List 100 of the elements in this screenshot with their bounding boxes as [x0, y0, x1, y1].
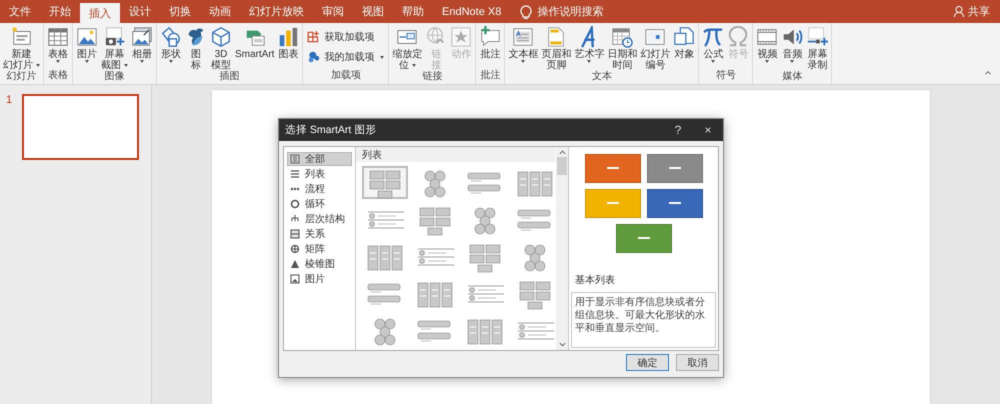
- ribbon-button[interactable]: 页眉和页脚: [540, 26, 572, 71]
- dialog-title: 选择 SmartArt 图形: [285, 123, 378, 137]
- ribbon-button[interactable]: SmartArt: [234, 26, 276, 60]
- ribbon-button[interactable]: 图标: [184, 26, 208, 71]
- ribbon-tab[interactable]: 开始: [40, 0, 80, 23]
- scroll-thumb[interactable]: [557, 157, 567, 175]
- category-item[interactable]: 图片: [287, 272, 352, 286]
- ribbon-tab[interactable]: 文件: [0, 0, 40, 23]
- ribbon-button[interactable]: 形状: [159, 26, 183, 63]
- table-icon: [47, 26, 69, 48]
- slide-thumbnail[interactable]: [22, 94, 139, 160]
- lightbulb-icon: [520, 4, 532, 18]
- ribbon-button[interactable]: 相册: [130, 26, 154, 63]
- ribbon-button[interactable]: 图表: [276, 26, 300, 60]
- ribbon-button[interactable]: 缩放定位: [391, 26, 424, 71]
- group-label: 表格: [48, 70, 68, 82]
- grid-plus-icon: [307, 30, 322, 44]
- ribbon-button[interactable]: 批注: [478, 26, 502, 60]
- category-item[interactable]: 全部: [287, 152, 352, 166]
- group-label: 文本: [592, 71, 612, 83]
- ribbon-tab[interactable]: 插入: [80, 3, 120, 23]
- bar-chart-icon: [277, 26, 300, 48]
- ribbon-button[interactable]: 视频: [755, 26, 780, 63]
- ribbon-button[interactable]: 屏幕录制: [805, 26, 830, 71]
- ribbon-button[interactable]: 我的加载项: [307, 50, 384, 64]
- category-icon: [290, 259, 300, 269]
- ribbon-tab[interactable]: 幻灯片放映: [240, 0, 313, 23]
- ribbon-button[interactable]: 表格: [46, 26, 70, 63]
- numbered-slide-icon: [644, 26, 666, 48]
- calendar-icon: [611, 26, 634, 48]
- help-button[interactable]: ?: [663, 123, 693, 137]
- category-item[interactable]: 关系: [287, 227, 352, 241]
- category-icon: [290, 169, 300, 179]
- category-icon: [290, 274, 300, 284]
- film-icon: [756, 26, 778, 48]
- pages-icon: [673, 26, 696, 48]
- tell-me-search[interactable]: 操作说明搜索: [520, 0, 604, 23]
- ribbon-button[interactable]: 屏幕截图: [100, 26, 129, 71]
- gallery-heading: 列表: [356, 147, 555, 162]
- category-item[interactable]: 流程: [287, 182, 352, 196]
- category-icon: [290, 244, 300, 254]
- ribbon-button[interactable]: 新建幻灯片: [2, 26, 41, 71]
- ribbon-button[interactable]: 3D模型: [209, 26, 233, 71]
- scroll-down-icon[interactable]: [558, 342, 566, 347]
- share-button[interactable]: 共享: [944, 0, 1000, 23]
- omega-icon: [727, 26, 750, 48]
- category-icon: [290, 229, 300, 239]
- preview-title: 基本列表: [574, 274, 616, 288]
- category-item[interactable]: 矩阵: [287, 242, 352, 256]
- category-item[interactable]: 循环: [287, 197, 352, 211]
- category-item[interactable]: 层次结构: [287, 212, 352, 226]
- ribbon-button[interactable]: 艺术字: [573, 26, 606, 63]
- ribbon-tab[interactable]: 视图: [353, 0, 393, 23]
- image-icon: [76, 26, 98, 48]
- ribbon-tab[interactable]: EndNote X8: [433, 0, 510, 23]
- group-label: 批注: [480, 70, 500, 82]
- group-label: 幻灯片: [6, 71, 36, 83]
- group-label: 媒体: [782, 71, 802, 83]
- ribbon-button[interactable]: 图片: [75, 26, 99, 63]
- new-slide-icon: [10, 26, 32, 48]
- ribbon-tab[interactable]: 切换: [160, 0, 200, 23]
- comment-icon: [479, 26, 502, 48]
- ribbon-tab[interactable]: 设计: [120, 0, 160, 23]
- ribbon-button[interactable]: 日期和时间: [606, 26, 638, 71]
- cancel-button[interactable]: 取消: [676, 354, 719, 371]
- group-label: 链接: [422, 71, 442, 83]
- ribbon-button[interactable]: 文本框: [507, 26, 540, 63]
- scroll-up-icon[interactable]: [558, 150, 566, 155]
- collapse-icon: [984, 70, 992, 75]
- group-label: 加载项: [330, 70, 361, 82]
- group-label: 图像: [104, 71, 124, 83]
- preview-description: 用于显示非有序信息块或者分组信息块。可最大化形状的水平和垂直显示空间。: [571, 292, 716, 348]
- album-icon: [131, 26, 153, 48]
- scrollbar[interactable]: [556, 147, 568, 350]
- ribbon-button[interactable]: 幻灯片编号: [639, 26, 672, 71]
- ribbon-button[interactable]: 获取加载项: [307, 30, 374, 44]
- ok-button[interactable]: 确定: [626, 354, 669, 371]
- close-button[interactable]: ×: [693, 123, 723, 137]
- cube-icon: [210, 26, 232, 48]
- category-icon: [290, 214, 300, 224]
- camera-icon: [104, 26, 126, 48]
- pi-icon: [702, 26, 724, 48]
- screen-record-icon: [806, 26, 828, 48]
- text-box-icon: [512, 26, 534, 48]
- ribbon-tab[interactable]: 审阅: [313, 0, 353, 23]
- category-icon: [290, 199, 300, 209]
- category-item[interactable]: 棱锥图: [287, 257, 352, 271]
- ribbon-tab[interactable]: 帮助: [393, 0, 433, 23]
- layout-thumbnail[interactable]: [362, 166, 408, 199]
- group-label: 符号: [716, 70, 736, 82]
- category-item[interactable]: 列表: [287, 167, 352, 181]
- ribbon-button[interactable]: 对象: [672, 26, 696, 60]
- group-label: 插图: [220, 71, 240, 83]
- person-icon: [954, 6, 965, 17]
- shapes-icon: [160, 26, 182, 48]
- circles-icon: [307, 50, 322, 64]
- ribbon-button[interactable]: 公式: [701, 26, 726, 63]
- ribbon-button[interactable]: 音频: [780, 26, 804, 63]
- ribbon-tab[interactable]: 动画: [200, 0, 240, 23]
- slide-number: 1: [6, 94, 14, 106]
